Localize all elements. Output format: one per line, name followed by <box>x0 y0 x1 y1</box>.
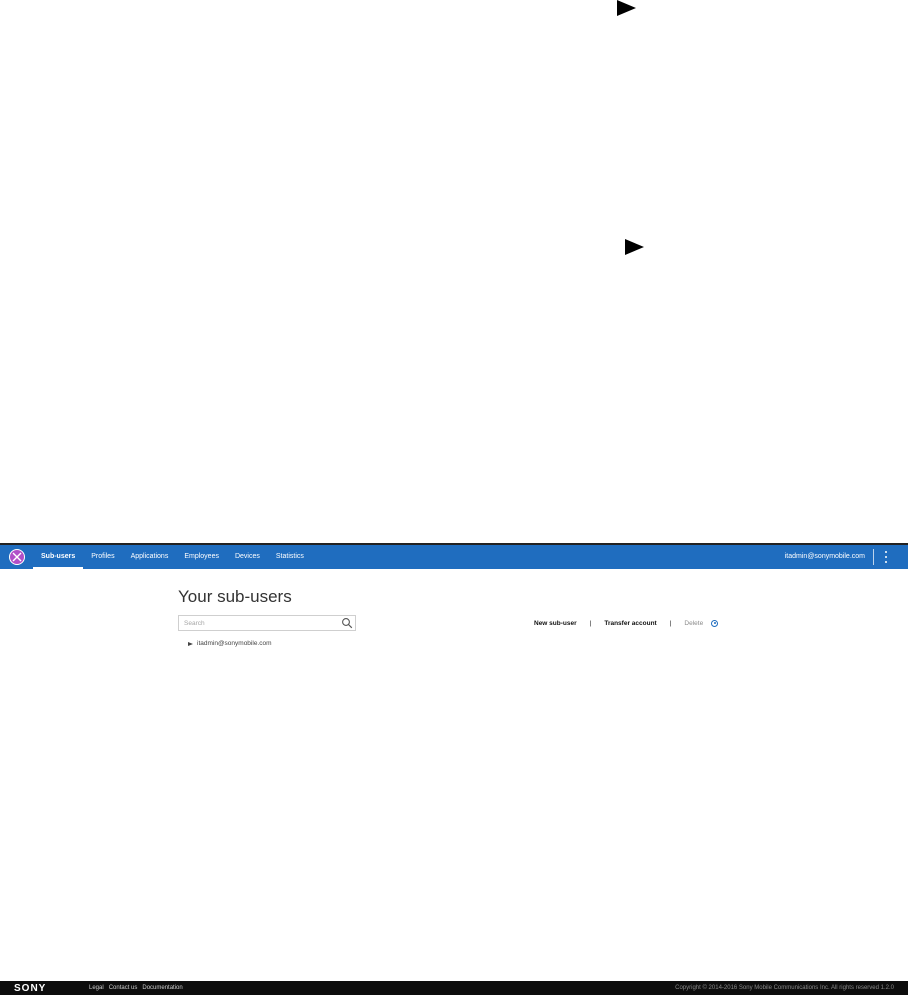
transfer-account-button[interactable]: Transfer account <box>604 620 656 627</box>
expand-arrow-icon[interactable] <box>188 641 193 646</box>
app-window: Sub-users Profiles Applications Employee… <box>0 543 908 995</box>
nav-tab-applications[interactable]: Applications <box>123 545 177 569</box>
sony-logo: SONY <box>14 983 47 994</box>
footer-link-contact[interactable]: Contact us <box>109 985 138 991</box>
annotation-arrow-top <box>617 0 636 16</box>
app-logo-icon[interactable] <box>9 549 25 565</box>
footer-links: Legal Contact us Documentation <box>89 985 183 991</box>
action-separator: | <box>589 619 592 627</box>
main-nav: Sub-users Profiles Applications Employee… <box>33 545 312 569</box>
annotation-arrow-middle <box>625 239 644 255</box>
sub-user-tree-item[interactable]: itadmin@sonymobile.com <box>188 640 272 647</box>
search-input[interactable] <box>179 616 339 630</box>
nav-tab-employees[interactable]: Employees <box>176 545 227 569</box>
footer-link-legal[interactable]: Legal <box>89 985 104 991</box>
account-email[interactable]: itadmin@sonymobile.com <box>785 545 865 569</box>
new-sub-user-button[interactable]: New sub-user <box>534 620 577 627</box>
page-title: Your sub-users <box>178 587 292 606</box>
more-options-icon[interactable] <box>882 549 890 565</box>
top-navigation-bar: Sub-users Profiles Applications Employee… <box>0 545 908 569</box>
header-divider <box>873 549 874 565</box>
sub-user-email[interactable]: itadmin@sonymobile.com <box>197 640 272 647</box>
action-toolbar: New sub-user | Transfer account | Delete <box>534 617 719 629</box>
help-icon[interactable] <box>711 619 719 627</box>
nav-tab-profiles[interactable]: Profiles <box>83 545 122 569</box>
search-box <box>178 615 356 631</box>
action-separator: | <box>669 619 672 627</box>
search-icon[interactable] <box>341 617 353 629</box>
footer-copyright: Copyright © 2014-2016 Sony Mobile Commun… <box>675 985 894 991</box>
nav-tab-devices[interactable]: Devices <box>227 545 268 569</box>
footer-link-documentation[interactable]: Documentation <box>142 985 182 991</box>
nav-tab-statistics[interactable]: Statistics <box>268 545 312 569</box>
delete-button[interactable]: Delete <box>684 620 703 627</box>
nav-tab-sub-users[interactable]: Sub-users <box>33 545 84 569</box>
